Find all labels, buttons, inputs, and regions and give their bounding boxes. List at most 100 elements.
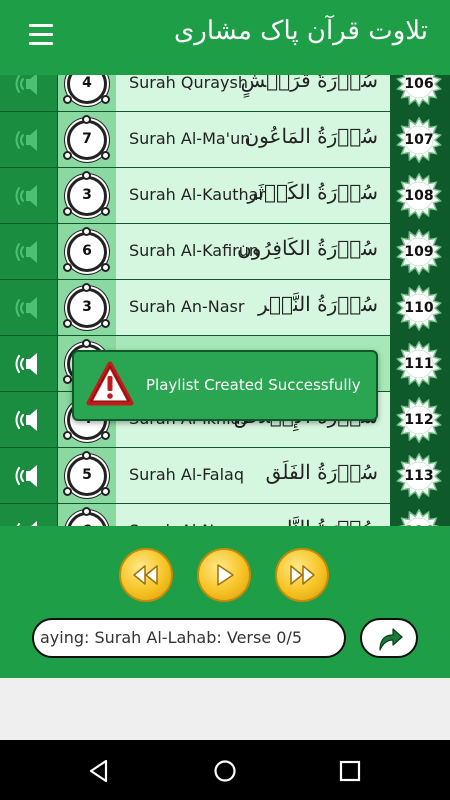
verse-count-cell: 3 <box>58 168 116 223</box>
surah-list[interactable]: 4 Surah Quraysh سُوۡرَةُ قُرَيۡشٍ 106 7 Surah… <box>0 75 450 526</box>
surah-number: 110 <box>404 300 434 316</box>
surah-number-badge: 107 <box>396 116 442 164</box>
surah-row[interactable]: 6 Surah Al-Kafirun سُوۡرَةُ الكَافِرُون 109 <box>0 224 450 279</box>
surah-arabic-name: سُوۡرَةُ قُرَيۡشٍ <box>240 75 378 92</box>
back-icon[interactable] <box>86 758 112 784</box>
verse-count-badge: 3 <box>63 171 110 219</box>
surah-row[interactable]: 3 Surah Al-Kauthar سُوۡرَةُ الكَوۡثَر 108 <box>0 168 450 223</box>
surah-number: 113 <box>404 468 434 484</box>
fast-forward-button[interactable] <box>275 548 329 602</box>
surah-name-cell[interactable]: Surah Al-Ma'un سُوۡرَةُ المَاعُون <box>116 112 390 167</box>
play-surah-cell[interactable] <box>0 504 58 526</box>
surah-number: 108 <box>404 188 434 204</box>
surah-number: 111 <box>404 356 434 372</box>
player-controls: aying: Surah Al-Lahab: Verse 0/5 <box>0 526 450 678</box>
surah-number-cell: 106 <box>390 75 450 111</box>
play-surah-cell[interactable] <box>0 280 58 335</box>
verse-count: 3 <box>82 299 92 315</box>
play-surah-cell[interactable] <box>0 75 58 111</box>
speaker-icon[interactable] <box>15 519 45 526</box>
app-title: تلاوت قرآن پاک مشاری <box>173 16 428 46</box>
surah-arabic-name: سُوۡرَةُ الفَلَق <box>265 460 378 484</box>
surah-number-badge: 112 <box>396 396 442 444</box>
surah-number: 109 <box>404 244 434 260</box>
surah-row[interactable]: 3 Surah An-Nasr سُوۡرَةُ النَّصۡر 110 <box>0 280 450 335</box>
verse-count-badge: 6 <box>63 227 110 275</box>
speaker-icon[interactable] <box>15 407 45 433</box>
surah-arabic-name: سُوۡرَةُ الكَوۡثَر <box>247 180 378 204</box>
surah-number: 107 <box>404 132 434 148</box>
rewind-button[interactable] <box>119 548 173 602</box>
surah-number-cell: 111 <box>390 336 450 391</box>
toast-message: Playlist Created Successfully <box>146 376 361 394</box>
surah-number-cell: 114 <box>390 504 450 526</box>
surah-arabic-name: سُوۡرَةُ المَاعُون <box>244 124 378 148</box>
surah-row[interactable]: 7 Surah Al-Ma'un سُوۡرَةُ المَاعُون 107 <box>0 112 450 167</box>
surah-english-name: Surah An-Nasr <box>129 297 245 316</box>
speaker-icon[interactable] <box>15 75 45 97</box>
surah-name-cell[interactable]: Surah Al-Falaq سُوۡرَةُ الفَلَق <box>116 448 390 503</box>
play-surah-cell[interactable] <box>0 448 58 503</box>
speaker-icon[interactable] <box>15 239 45 265</box>
surah-english-name: Surah Al-Ma'un <box>129 129 251 148</box>
surah-number: 112 <box>404 412 434 428</box>
play-surah-cell[interactable] <box>0 224 58 279</box>
verse-count: 6 <box>82 243 92 259</box>
surah-name-cell[interactable]: Surah Quraysh سُوۡرَةُ قُرَيۡشٍ <box>116 75 390 111</box>
surah-row[interactable]: 6 Surah Al-Nasسُوۡرَةُ النَّاس 114 <box>0 504 450 526</box>
verse-count: 7 <box>82 131 92 147</box>
play-surah-cell[interactable] <box>0 392 58 447</box>
verse-count: 5 <box>82 467 92 483</box>
verse-count-badge: 4 <box>63 75 110 107</box>
hamburger-menu-icon[interactable] <box>26 24 56 50</box>
verse-count-cell: 4 <box>58 75 116 111</box>
verse-count: 4 <box>82 75 92 91</box>
play-surah-cell[interactable] <box>0 168 58 223</box>
verse-count-badge: 5 <box>63 451 110 499</box>
surah-arabic-name: سُوۡرَةُ الكَافِرُون <box>237 236 378 260</box>
share-arrow-icon <box>379 628 403 651</box>
verse-count-cell: 6 <box>58 224 116 279</box>
play-surah-cell[interactable] <box>0 112 58 167</box>
speaker-icon[interactable] <box>15 295 45 321</box>
speaker-icon[interactable] <box>15 127 45 153</box>
surah-number-badge: 113 <box>396 452 442 500</box>
fast-forward-icon <box>290 565 315 585</box>
verse-count-badge: 3 <box>63 283 110 331</box>
verse-count-badge: 6 <box>64 507 110 526</box>
surah-english-name: Surah Al-Kauthar <box>129 185 266 204</box>
verse-count-cell: 5 <box>58 448 116 503</box>
surah-number-badge: 111 <box>396 340 442 388</box>
app-bar: تلاوت قرآن پاک مشاری <box>0 0 450 75</box>
surah-name-cell[interactable]: Surah An-Nasr سُوۡرَةُ النَّصۡر <box>116 280 390 335</box>
surah-number-cell: 113 <box>390 448 450 503</box>
home-icon[interactable] <box>212 758 238 784</box>
surah-number: 106 <box>404 76 434 92</box>
rewind-icon <box>133 565 158 585</box>
surah-number-cell: 112 <box>390 392 450 447</box>
surah-number-cell: 110 <box>390 280 450 335</box>
play-icon <box>217 564 234 586</box>
surah-name-cell[interactable]: Surah Al-Nasسُوۡرَةُ النَّاس <box>116 504 390 526</box>
now-playing-status: aying: Surah Al-Lahab: Verse 0/5 <box>32 618 346 658</box>
surah-row[interactable]: 4 Surah Quraysh سُوۡرَةُ قُرَيۡشٍ 106 <box>0 75 450 111</box>
speaker-icon[interactable] <box>15 463 45 489</box>
speaker-icon[interactable] <box>15 183 45 209</box>
surah-number-cell: 107 <box>390 112 450 167</box>
play-button[interactable] <box>197 548 251 602</box>
play-surah-cell[interactable] <box>0 336 58 391</box>
surah-number-cell: 108 <box>390 168 450 223</box>
surah-name-cell[interactable]: Surah Al-Kafirun سُوۡرَةُ الكَافِرُون <box>116 224 390 279</box>
surah-number-badge: 109 <box>396 228 442 276</box>
surah-english-name: Surah Al-Falaq <box>129 465 245 484</box>
share-button[interactable] <box>360 618 418 658</box>
surah-number-badge: 110 <box>396 284 442 332</box>
verse-count: 3 <box>82 187 92 203</box>
speaker-icon[interactable] <box>15 351 45 377</box>
recent-apps-icon[interactable] <box>337 758 363 784</box>
surah-english-name: Surah Quraysh <box>129 75 248 92</box>
warning-triangle-icon <box>86 361 134 406</box>
surah-row[interactable]: 5 Surah Al-Falaq سُوۡرَةُ الفَلَق 113 <box>0 448 450 503</box>
surah-arabic-name: سُوۡرَةُ النَّاس <box>263 516 378 526</box>
surah-name-cell[interactable]: Surah Al-Kauthar سُوۡرَةُ الكَوۡثَر <box>116 168 390 223</box>
